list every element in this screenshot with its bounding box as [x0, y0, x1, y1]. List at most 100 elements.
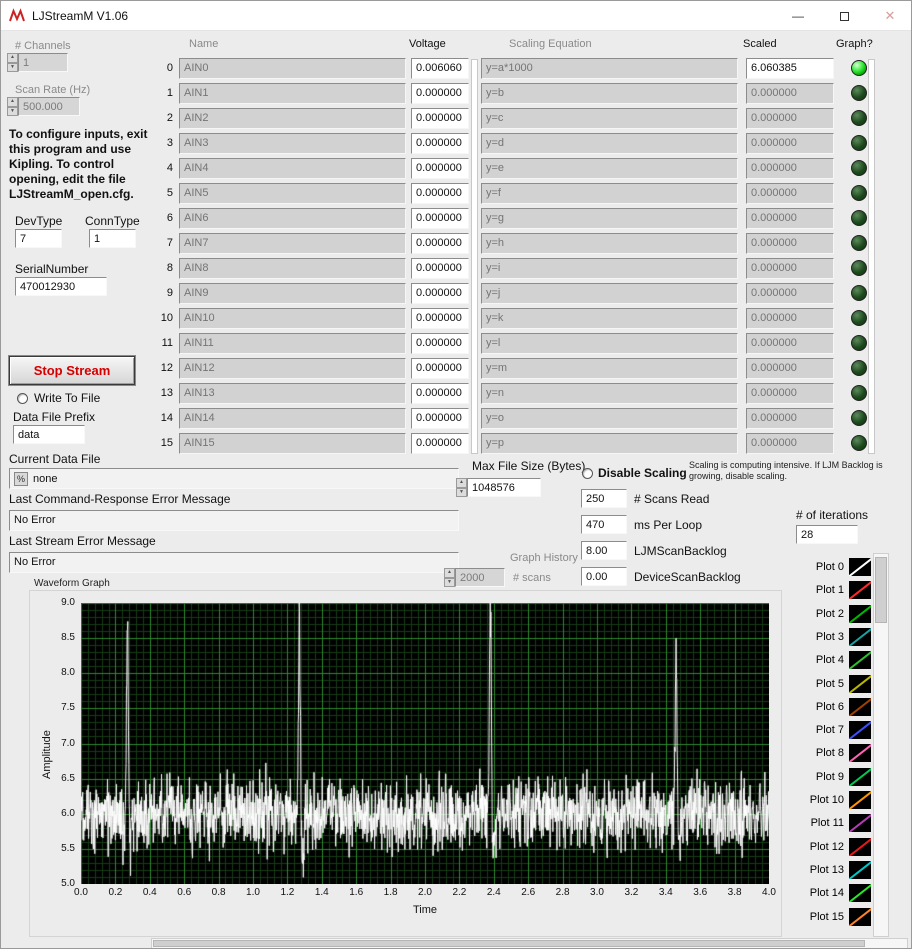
graph-led[interactable] [851, 435, 867, 451]
channel-name-field[interactable]: AIN14 [179, 408, 406, 429]
up-arrow-icon[interactable]: ▲ [7, 53, 18, 63]
horizontal-scrollbar[interactable] [151, 938, 908, 949]
channel-name-field[interactable]: AIN9 [179, 283, 406, 304]
channel-name-field[interactable]: AIN3 [179, 133, 406, 154]
voltage-scrollbar[interactable] [471, 59, 478, 454]
graph-led[interactable] [851, 60, 867, 76]
scaling-equation-field[interactable]: y=i [481, 258, 738, 279]
channel-name-field[interactable]: AIN6 [179, 208, 406, 229]
up-arrow-icon[interactable]: ▲ [7, 97, 18, 107]
channel-name-field[interactable]: AIN2 [179, 108, 406, 129]
channel-name-field[interactable]: AIN12 [179, 358, 406, 379]
scrollbar-thumb[interactable] [875, 557, 887, 623]
scaling-equation-field[interactable]: y=l [481, 333, 738, 354]
num-channels-stepper[interactable]: ▲▼ [7, 53, 18, 72]
legend-item[interactable]: Plot 12 [787, 836, 871, 858]
graph-led[interactable] [851, 260, 867, 276]
graph-led[interactable] [851, 210, 867, 226]
legend-item[interactable]: Plot 0 [787, 556, 871, 578]
scan-rate-field[interactable]: 500.000 [18, 97, 80, 116]
graph-history-field[interactable]: 2000 [455, 568, 505, 587]
max-file-size-stepper[interactable]: ▲▼ [456, 478, 467, 497]
legend-item[interactable]: Plot 3 [787, 626, 871, 648]
disable-scaling-radio[interactable] [582, 468, 593, 479]
devtype-field[interactable]: 7 [15, 229, 62, 248]
channel-name-field[interactable]: AIN10 [179, 308, 406, 329]
stop-stream-button[interactable]: Stop Stream [9, 356, 135, 385]
scaling-equation-field[interactable]: y=k [481, 308, 738, 329]
serial-number-field[interactable]: 470012930 [15, 277, 107, 296]
down-arrow-icon[interactable]: ▼ [456, 488, 467, 498]
graph-column-scrollbar[interactable] [868, 59, 875, 454]
legend-scrollbar[interactable] [873, 553, 889, 937]
legend-item[interactable]: Plot 4 [787, 649, 871, 671]
max-file-size-field[interactable]: 1048576 [467, 478, 541, 497]
graph-led[interactable] [851, 135, 867, 151]
maximize-button[interactable] [821, 1, 867, 31]
graph-led[interactable] [851, 285, 867, 301]
legend-item[interactable]: Plot 6 [787, 696, 871, 718]
current-data-file-field[interactable]: %none [9, 468, 459, 489]
write-to-file-radio[interactable] [17, 393, 28, 404]
graph-led[interactable] [851, 385, 867, 401]
up-arrow-icon[interactable]: ▲ [444, 568, 455, 578]
legend-item[interactable]: Plot 13 [787, 859, 871, 881]
legend-item[interactable]: Plot 11 [787, 812, 871, 834]
scaling-equation-field[interactable]: y=n [481, 383, 738, 404]
channel-name-field[interactable]: AIN5 [179, 183, 406, 204]
down-arrow-icon[interactable]: ▼ [7, 63, 18, 73]
channel-name-field[interactable]: AIN4 [179, 158, 406, 179]
num-channels-field[interactable]: 1 [18, 53, 68, 72]
channel-name-field[interactable]: AIN11 [179, 333, 406, 354]
scaling-equation-field[interactable]: y=f [481, 183, 738, 204]
legend-item[interactable]: Plot 1 [787, 579, 871, 601]
minimize-button[interactable]: — [775, 1, 821, 31]
legend-item[interactable]: Plot 7 [787, 719, 871, 741]
graph-led[interactable] [851, 110, 867, 126]
x-tick-label: 3.2 [616, 887, 646, 898]
down-arrow-icon[interactable]: ▼ [444, 578, 455, 588]
conntype-field[interactable]: 1 [89, 229, 136, 248]
graph-led[interactable] [851, 310, 867, 326]
scrollbar-thumb[interactable] [153, 940, 865, 947]
legend-item[interactable]: Plot 9 [787, 766, 871, 788]
up-arrow-icon[interactable]: ▲ [456, 478, 467, 488]
legend-item[interactable]: Plot 15 [787, 906, 871, 928]
channel-name-field[interactable]: AIN0 [179, 58, 406, 79]
close-button[interactable]: ✕ [867, 1, 912, 31]
path-icon[interactable]: % [14, 472, 28, 486]
legend-item[interactable]: Plot 8 [787, 742, 871, 764]
iterations-field: 28 [796, 525, 858, 544]
graph-led[interactable] [851, 160, 867, 176]
legend-item[interactable]: Plot 2 [787, 603, 871, 625]
channel-name-field[interactable]: AIN13 [179, 383, 406, 404]
graph-led[interactable] [851, 85, 867, 101]
down-arrow-icon[interactable]: ▼ [7, 107, 18, 117]
graph-history-stepper[interactable]: ▲▼ [444, 568, 455, 587]
data-file-prefix-field[interactable]: data [13, 425, 85, 444]
scaling-equation-field[interactable]: y=o [481, 408, 738, 429]
graph-led[interactable] [851, 410, 867, 426]
scaling-equation-field[interactable]: y=g [481, 208, 738, 229]
scaling-equation-field[interactable]: y=p [481, 433, 738, 454]
scaling-equation-field[interactable]: y=b [481, 83, 738, 104]
scaling-equation-field[interactable]: y=c [481, 108, 738, 129]
graph-led[interactable] [851, 335, 867, 351]
graph-led[interactable] [851, 235, 867, 251]
scaling-equation-field[interactable]: y=h [481, 233, 738, 254]
channel-name-field[interactable]: AIN7 [179, 233, 406, 254]
scaling-equation-field[interactable]: y=a*1000 [481, 58, 738, 79]
graph-led[interactable] [851, 185, 867, 201]
channel-name-field[interactable]: AIN8 [179, 258, 406, 279]
scaling-equation-field[interactable]: y=e [481, 158, 738, 179]
legend-item[interactable]: Plot 14 [787, 882, 871, 904]
legend-item[interactable]: Plot 10 [787, 789, 871, 811]
channel-name-field[interactable]: AIN15 [179, 433, 406, 454]
scaling-equation-field[interactable]: y=m [481, 358, 738, 379]
channel-name-field[interactable]: AIN1 [179, 83, 406, 104]
scaling-equation-field[interactable]: y=d [481, 133, 738, 154]
legend-item[interactable]: Plot 5 [787, 673, 871, 695]
scan-rate-stepper[interactable]: ▲▼ [7, 97, 18, 116]
graph-led[interactable] [851, 360, 867, 376]
scaling-equation-field[interactable]: y=j [481, 283, 738, 304]
